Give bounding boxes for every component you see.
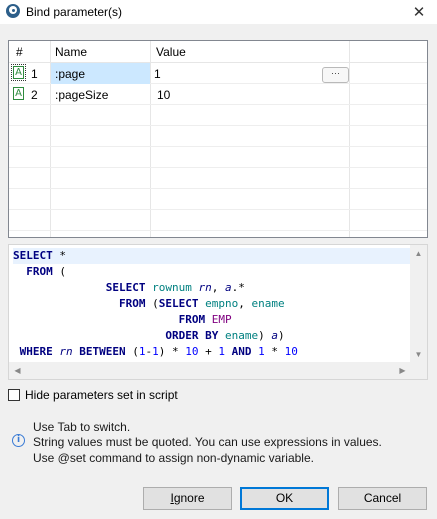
parameter-name[interactable]: :page xyxy=(51,63,150,84)
app-logo-icon xyxy=(6,4,20,18)
title-bar: Bind parameter(s) ✕ xyxy=(0,0,437,24)
string-type-icon: A xyxy=(11,64,26,81)
parameter-index: 2 xyxy=(31,88,38,102)
parameters-grid: # Name Value A 1 :page 1 ··· A 2 :pageSi… xyxy=(8,40,428,238)
sql-line: WHERE rn BETWEEN (1-1) * 10 + 1 AND 1 * … xyxy=(19,345,298,358)
sql-line: FROM ( xyxy=(26,265,66,278)
info-line: Use @set command to assign non-dynamic v… xyxy=(33,451,314,465)
info-line: Use Tab to switch. xyxy=(33,420,131,434)
parameter-name[interactable]: :pageSize xyxy=(51,84,150,105)
ignore-label-rest: gnore xyxy=(173,491,205,505)
scroll-left-icon[interactable]: ◀ xyxy=(9,362,26,379)
column-header-index[interactable]: # xyxy=(16,45,23,59)
grid-row-divider xyxy=(9,230,427,231)
parameter-index: 1 xyxy=(31,67,38,81)
grid-header: # Name Value xyxy=(9,41,427,63)
parameter-row[interactable]: A 1 :page 1 xyxy=(9,63,427,84)
sql-line: SELECT * xyxy=(13,248,411,264)
scrollbar-corner xyxy=(410,362,427,379)
window-title: Bind parameter(s) xyxy=(26,5,123,19)
grid-row-divider xyxy=(9,146,427,147)
close-button[interactable]: ✕ xyxy=(401,0,437,24)
sql-preview-editor[interactable]: SELECT * FROM ( SELECT rownum rn, a.* FR… xyxy=(8,244,428,380)
hide-params-label[interactable]: Hide parameters set in script xyxy=(25,388,178,402)
sql-line: ORDER BY ename) a) xyxy=(165,329,285,342)
horizontal-scrollbar[interactable]: ◀ ▶ xyxy=(9,362,411,379)
column-header-value[interactable]: Value xyxy=(156,45,186,59)
parameter-value-input[interactable]: 10 xyxy=(157,88,170,102)
ignore-button[interactable]: Ignore xyxy=(143,487,232,510)
sql-code: SELECT * FROM ( SELECT rownum rn, a.* FR… xyxy=(13,248,411,360)
hide-params-option[interactable]: Hide parameters set in script xyxy=(8,388,178,402)
scroll-down-icon[interactable]: ▼ xyxy=(410,346,427,363)
string-type-icon: A xyxy=(13,87,24,100)
ok-button[interactable]: OK xyxy=(240,487,329,510)
parameter-row[interactable]: A 2 :pageSize 10 xyxy=(9,84,427,105)
sql-line: FROM EMP xyxy=(178,313,232,326)
parameter-value-input[interactable]: 1 xyxy=(154,67,161,81)
sql-line: SELECT rownum rn, a.* xyxy=(105,281,245,294)
grid-row-divider xyxy=(9,167,427,168)
cancel-button[interactable]: Cancel xyxy=(338,487,427,510)
info-icon: i xyxy=(12,434,25,447)
grid-row-divider xyxy=(9,125,427,126)
hide-params-checkbox[interactable] xyxy=(8,389,20,401)
grid-row-divider xyxy=(9,188,427,189)
scroll-right-icon[interactable]: ▶ xyxy=(394,362,411,379)
sql-line: FROM (SELECT empno, ename xyxy=(118,297,285,310)
grid-row-divider xyxy=(9,209,427,210)
vertical-scrollbar[interactable]: ▲ ▼ xyxy=(410,245,427,363)
scroll-up-icon[interactable]: ▲ xyxy=(410,245,427,262)
info-line: String values must be quoted. You can us… xyxy=(33,435,382,449)
column-header-name[interactable]: Name xyxy=(55,45,87,59)
edit-value-button[interactable]: ··· xyxy=(322,67,349,83)
